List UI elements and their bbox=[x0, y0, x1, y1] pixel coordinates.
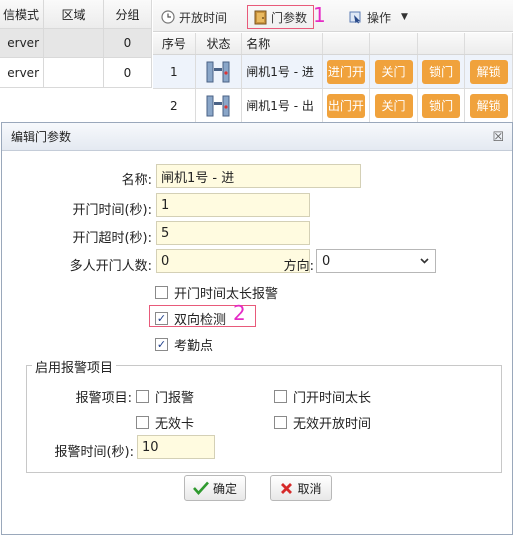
annotation-marker-1: 1 bbox=[313, 3, 326, 27]
alarm-open-long-label: 门开时间太长 bbox=[293, 391, 372, 406]
alarm-time-field[interactable]: 10 bbox=[137, 435, 215, 459]
alarm-open-long-option[interactable]: 门开时间太长 bbox=[274, 387, 371, 406]
confirm-label: 确定 bbox=[212, 481, 237, 496]
cell-area bbox=[44, 58, 104, 87]
timeout-label: 开门超时(秒): bbox=[72, 231, 152, 246]
door-row[interactable]: 2 闸机1号 - 出 出门开 关门 锁门 解锁 bbox=[153, 89, 513, 123]
operate-menu-button[interactable]: 操作 bbox=[349, 6, 391, 28]
timeout-field[interactable]: 5 bbox=[156, 221, 310, 245]
cancel-label: 取消 bbox=[297, 481, 322, 496]
unlock-door-button[interactable]: 解锁 bbox=[469, 93, 508, 118]
alarm-door-label: 门报警 bbox=[155, 391, 195, 406]
toolbar: 开放时间 门参数 操作 ▼ bbox=[153, 0, 513, 32]
open-time-field[interactable]: 1 bbox=[156, 193, 310, 217]
left-grid: 信模式 区域 分组 erver 0 erver 0 bbox=[0, 0, 152, 120]
cell-group: 0 bbox=[104, 29, 152, 57]
alarm-time-label: 报警时间(秒): bbox=[54, 445, 134, 460]
entry-open-button[interactable]: 进门开 bbox=[326, 59, 365, 84]
open-time-label: 开放时间 bbox=[179, 10, 228, 25]
bidirectional-label: 双向检测 bbox=[174, 313, 227, 328]
dialog-titlebar[interactable]: 编辑门参数 ☒ bbox=[2, 123, 512, 151]
column-header-name[interactable]: 名称 bbox=[242, 33, 323, 54]
column-header-group[interactable]: 分组 bbox=[104, 0, 152, 28]
gate-icon bbox=[206, 95, 230, 116]
column-header-status[interactable]: 状态 bbox=[196, 33, 243, 54]
alarm-invalid-time-option[interactable]: 无效开放时间 bbox=[274, 413, 371, 432]
attendance-label: 考勤点 bbox=[174, 339, 214, 354]
column-header-empty bbox=[370, 33, 418, 54]
dialog-title: 编辑门参数 bbox=[11, 130, 72, 144]
close-icon[interactable]: ☒ bbox=[492, 130, 504, 145]
gate-icon bbox=[206, 61, 230, 82]
check-icon bbox=[193, 481, 209, 495]
name-label: 名称: bbox=[121, 173, 152, 188]
attendance-option[interactable]: ✓ 考勤点 bbox=[155, 335, 213, 354]
long-alarm-option[interactable]: 开门时间太长报警 bbox=[155, 283, 278, 302]
column-header-mode[interactable]: 信模式 bbox=[0, 0, 44, 28]
unlock-door-button[interactable]: 解锁 bbox=[469, 59, 508, 84]
lock-door-button[interactable]: 锁门 bbox=[422, 93, 461, 118]
door-param-button[interactable]: 门参数 bbox=[247, 5, 315, 29]
alarm-items-label: 报警项目: bbox=[75, 391, 132, 406]
alarm-invalid-card-label: 无效卡 bbox=[155, 417, 195, 432]
cancel-icon bbox=[281, 482, 293, 494]
multi-person-label: 多人开门人数: bbox=[69, 259, 152, 274]
door-name: 闸机1号 - 进 bbox=[242, 55, 323, 88]
alarm-invalid-time-checkbox[interactable] bbox=[274, 416, 287, 429]
door-icon bbox=[254, 10, 267, 24]
cancel-button[interactable]: 取消 bbox=[270, 475, 332, 501]
attendance-checkbox[interactable]: ✓ bbox=[155, 338, 168, 351]
chevron-down-icon bbox=[420, 258, 429, 264]
gate-status bbox=[196, 89, 243, 122]
operate-label: 操作 bbox=[367, 10, 392, 25]
door-table-header: 序号 状态 名称 bbox=[153, 33, 513, 55]
exit-open-button[interactable]: 出门开 bbox=[326, 93, 365, 118]
edit-door-param-dialog: 编辑门参数 ☒ 名称: 闸机1号 - 进 开门时间(秒): 1 开门超时(秒):… bbox=[1, 122, 513, 535]
column-header-index[interactable]: 序号 bbox=[153, 33, 196, 54]
clock-icon bbox=[161, 10, 175, 24]
long-alarm-label: 开门时间太长报警 bbox=[174, 287, 279, 302]
bidirectional-checkbox[interactable]: ✓ bbox=[155, 312, 168, 325]
direction-label: 方向: bbox=[283, 259, 314, 274]
close-door-button[interactable]: 关门 bbox=[374, 93, 413, 118]
alarm-group-title: 启用报警项目 bbox=[32, 357, 117, 376]
lock-door-button[interactable]: 锁门 bbox=[422, 59, 461, 84]
bidirectional-option[interactable]: ✓ 双向检测 bbox=[155, 309, 226, 328]
cell-group: 0 bbox=[104, 58, 152, 87]
direction-select[interactable]: 0 bbox=[316, 249, 436, 273]
door-index: 1 bbox=[153, 55, 196, 88]
table-row[interactable]: erver 0 bbox=[0, 58, 152, 88]
table-row[interactable]: erver 0 bbox=[0, 29, 152, 58]
cell-mode: erver bbox=[0, 58, 44, 87]
door-index: 2 bbox=[153, 89, 196, 122]
annotation-marker-2: 2 bbox=[233, 301, 246, 325]
alarm-door-checkbox[interactable] bbox=[136, 390, 149, 403]
column-header-empty bbox=[465, 33, 513, 54]
alarm-invalid-time-label: 无效开放时间 bbox=[293, 417, 372, 432]
long-alarm-checkbox[interactable] bbox=[155, 286, 168, 299]
gate-status bbox=[196, 55, 243, 88]
door-param-label: 门参数 bbox=[271, 10, 308, 25]
open-time-label: 开门时间(秒): bbox=[72, 203, 152, 218]
operate-icon bbox=[349, 11, 361, 24]
name-field[interactable]: 闸机1号 - 进 bbox=[156, 164, 361, 188]
door-name: 闸机1号 - 出 bbox=[242, 89, 323, 122]
alarm-open-long-checkbox[interactable] bbox=[274, 390, 287, 403]
column-header-empty bbox=[323, 33, 371, 54]
door-row[interactable]: 1 闸机1号 - 进 进门开 关门 锁门 解锁 bbox=[153, 55, 513, 89]
confirm-button[interactable]: 确定 bbox=[184, 475, 246, 501]
door-table: 序号 状态 名称 1 闸机1号 - 进 进门开 关门 锁门 解锁 2 闸机1号 … bbox=[153, 33, 513, 123]
open-time-button[interactable]: 开放时间 bbox=[161, 6, 227, 28]
close-door-button[interactable]: 关门 bbox=[374, 59, 413, 84]
alarm-invalid-card-checkbox[interactable] bbox=[136, 416, 149, 429]
column-header-area[interactable]: 区域 bbox=[44, 0, 104, 28]
left-grid-header: 信模式 区域 分组 bbox=[0, 0, 152, 29]
alarm-door-option[interactable]: 门报警 bbox=[136, 387, 194, 406]
operate-caret-icon[interactable]: ▼ bbox=[401, 6, 408, 28]
direction-value: 0 bbox=[322, 253, 331, 269]
alarm-invalid-card-option[interactable]: 无效卡 bbox=[136, 413, 194, 432]
cell-mode: erver bbox=[0, 29, 44, 57]
column-header-empty bbox=[418, 33, 466, 54]
cell-area bbox=[44, 29, 104, 57]
